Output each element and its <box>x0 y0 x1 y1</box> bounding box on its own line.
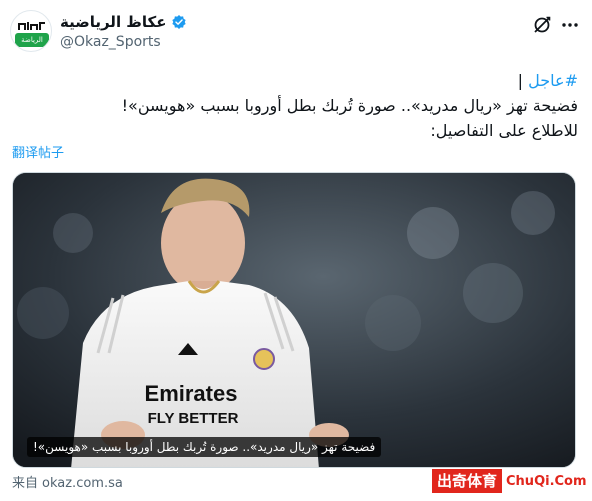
account-names: عكاظ الرياضية @Okaz_Sports <box>60 12 187 50</box>
shirt-sponsor-line2: FLY BETTER <box>148 410 239 427</box>
tweet-line-2: للاطلاع على التفاصيل: <box>430 121 578 140</box>
hashtag-separator: | <box>517 71 529 90</box>
translate-post-link[interactable]: 翻译帖子 <box>12 142 64 161</box>
tweet-line-hashtag: #عاجل | <box>12 68 578 93</box>
tweet-media-image[interactable]: Emirates FLY BETTER فضيحة تهز «ريال مدري… <box>12 172 576 468</box>
watermark-url: ChuQi.Com <box>506 473 587 489</box>
source-link[interactable]: 来自 okaz.com.sa <box>12 472 123 491</box>
hashtag-link[interactable]: #عاجل <box>528 71 578 90</box>
source-prefix: 来自 <box>12 476 39 491</box>
shirt-sponsor-line1: Emirates <box>145 381 238 406</box>
account-handle[interactable]: @Okaz_Sports <box>60 34 187 50</box>
source-domain[interactable]: okaz.com.sa <box>42 476 123 491</box>
verified-badge-icon <box>171 15 186 29</box>
okaz-logo-icon <box>18 22 45 30</box>
display-name-row: عكاظ الرياضية <box>60 12 187 32</box>
player-photo: Emirates FLY BETTER <box>13 173 575 467</box>
tweet-header: الرياضة عكاظ الرياضية @Okaz_Sports <box>0 0 592 62</box>
avatar-logo-label: الرياضة <box>15 33 49 47</box>
site-watermark: 出奇体育 ChuQi.Com <box>432 466 592 496</box>
media-caption: فضيحة تهز «ريال مدريد».. صورة تُربك بطل … <box>27 437 382 457</box>
display-name[interactable]: عكاظ الرياضية <box>60 13 167 31</box>
account-avatar[interactable]: الرياضة <box>10 10 52 52</box>
grok-icon[interactable] <box>532 15 552 35</box>
tweet-line-1: فضيحة تهز «ريال مدريد».. صورة تُربك بطل … <box>121 96 578 115</box>
more-icon[interactable] <box>560 15 580 35</box>
tweet-text: #عاجل | فضيحة تهز «ريال مدريد».. صورة تُ… <box>12 68 578 143</box>
watermark-badge: 出奇体育 <box>432 469 503 493</box>
